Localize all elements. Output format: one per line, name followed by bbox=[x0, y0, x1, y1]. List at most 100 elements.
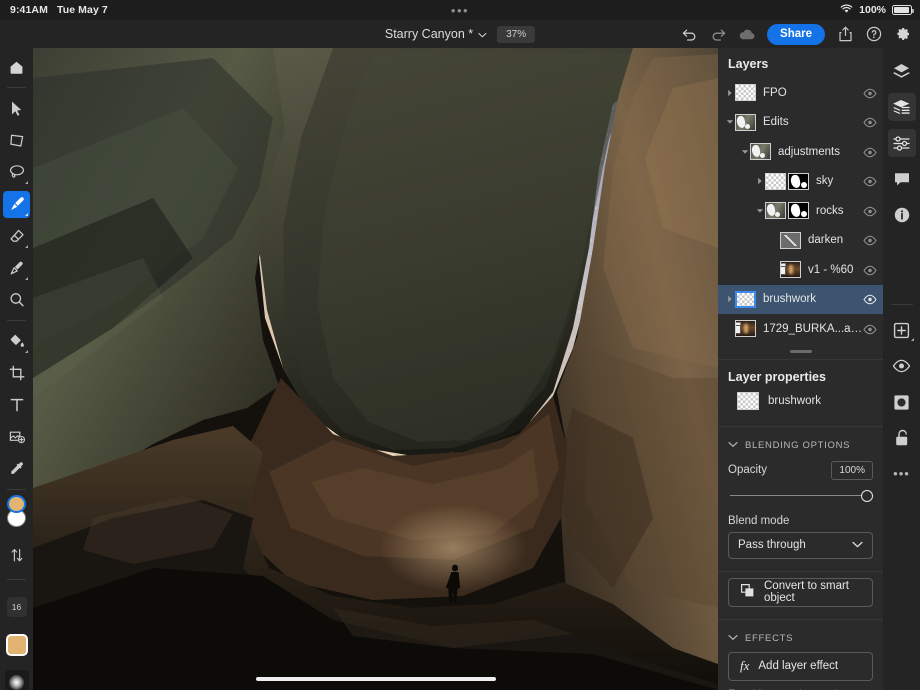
layer-thumbnail bbox=[750, 143, 771, 160]
layer-row[interactable]: rocks bbox=[718, 196, 883, 226]
adjustments-icon[interactable] bbox=[888, 129, 916, 157]
home-indicator[interactable] bbox=[256, 677, 496, 681]
layers-list[interactable]: FPOEdits adjustments sky rocks darken v1 - %6… bbox=[718, 78, 883, 344]
opacity-slider-knob[interactable] bbox=[861, 490, 873, 502]
info-icon[interactable] bbox=[888, 201, 916, 229]
layer-name: darken bbox=[808, 234, 863, 246]
brush-icon[interactable] bbox=[3, 191, 30, 218]
mask-icon[interactable] bbox=[888, 388, 916, 416]
layer-row[interactable]: sky bbox=[718, 167, 883, 197]
soft-round-brush-icon[interactable] bbox=[3, 669, 30, 690]
foreground-color-swatch[interactable] bbox=[7, 495, 26, 513]
eye-icon[interactable] bbox=[863, 86, 877, 100]
layer-disclosure-caret[interactable] bbox=[724, 295, 735, 303]
layer-name: sky bbox=[816, 175, 863, 187]
layer-row[interactable]: Edits bbox=[718, 108, 883, 138]
layer-row[interactable]: adjustments bbox=[718, 137, 883, 167]
opacity-slider-track bbox=[730, 495, 871, 497]
status-bar-right: 100% bbox=[840, 4, 912, 17]
effects-header[interactable]: EFFECTS bbox=[718, 626, 883, 650]
more-options-icon[interactable]: ••• bbox=[888, 460, 916, 488]
layer-properties-layer: brushwork bbox=[718, 390, 883, 420]
document-title-button[interactable]: Starry Canyon * bbox=[385, 27, 487, 41]
layer-thumbnail bbox=[735, 291, 756, 308]
layer-row[interactable]: v1 - %60 bbox=[718, 255, 883, 285]
convert-to-smart-object-label: Convert to smart object bbox=[764, 580, 861, 604]
eye-icon[interactable] bbox=[863, 322, 877, 336]
chevron-down-icon bbox=[478, 27, 487, 41]
layer-disclosure-caret[interactable] bbox=[724, 89, 735, 97]
unlock-icon[interactable] bbox=[888, 424, 916, 452]
swap-arrows-icon[interactable] bbox=[3, 541, 30, 568]
eye-icon[interactable] bbox=[863, 145, 877, 159]
toolbar-divider bbox=[7, 320, 26, 321]
redo-icon[interactable] bbox=[709, 25, 727, 43]
eye-icon[interactable] bbox=[863, 174, 877, 188]
eye-icon[interactable] bbox=[863, 115, 877, 129]
status-bar-left: 9:41AM Tue May 7 bbox=[10, 4, 108, 16]
add-layer-icon[interactable] bbox=[888, 316, 916, 344]
eye-icon[interactable] bbox=[863, 233, 877, 247]
undo-icon[interactable] bbox=[680, 25, 698, 43]
effects-hint: Try adding a stroke or a drop shadow. bbox=[718, 681, 883, 690]
color-swatches[interactable] bbox=[3, 495, 30, 527]
blend-mode-select[interactable]: Pass through bbox=[728, 532, 873, 559]
transform-icon[interactable] bbox=[3, 127, 30, 154]
layers-stack-icon[interactable] bbox=[888, 57, 916, 85]
gear-icon[interactable] bbox=[894, 25, 912, 43]
zoom-level-chip[interactable]: 37% bbox=[497, 26, 535, 43]
home-icon[interactable] bbox=[3, 54, 30, 81]
layer-name: adjustments bbox=[778, 146, 863, 158]
smudge-icon[interactable] bbox=[3, 255, 30, 282]
convert-to-smart-object-button[interactable]: Convert to smart object bbox=[728, 578, 873, 607]
layer-row[interactable]: darken bbox=[718, 226, 883, 256]
magnify-icon[interactable] bbox=[3, 287, 30, 314]
panel-resize-grabber[interactable] bbox=[790, 350, 812, 353]
layer-thumbnail bbox=[735, 84, 756, 101]
layer-disclosure-caret[interactable] bbox=[724, 119, 735, 125]
top-toolbar: Starry Canyon * 37% Share bbox=[0, 20, 920, 48]
eye-icon[interactable] bbox=[863, 204, 877, 218]
flyout-corner-icon bbox=[25, 350, 28, 353]
select-arrow-icon[interactable] bbox=[3, 95, 30, 122]
lasso-icon[interactable] bbox=[3, 159, 30, 186]
brush-color-swatch[interactable] bbox=[3, 631, 30, 658]
panel-divider bbox=[718, 359, 883, 360]
layer-disclosure-caret[interactable] bbox=[754, 177, 765, 185]
visibility-eye-icon[interactable] bbox=[888, 352, 916, 380]
paint-bucket-icon[interactable] bbox=[3, 328, 30, 355]
help-circle-icon[interactable] bbox=[865, 25, 883, 43]
layer-row[interactable]: brushwork bbox=[718, 285, 883, 315]
crop-icon[interactable] bbox=[3, 360, 30, 387]
layer-name: rocks bbox=[816, 205, 863, 217]
brush-size-chip[interactable]: 16 bbox=[3, 594, 30, 621]
comment-icon[interactable] bbox=[888, 165, 916, 193]
export-share-icon[interactable] bbox=[836, 25, 854, 43]
flyout-corner-icon bbox=[25, 181, 28, 184]
layer-row[interactable]: 1729_BURKA...anced-NR33 bbox=[718, 314, 883, 344]
effects-label: EFFECTS bbox=[745, 633, 793, 644]
add-layer-effect-button[interactable]: fx Add layer effect bbox=[728, 652, 873, 681]
layers-panel-title: Layers bbox=[718, 48, 883, 78]
eraser-icon[interactable] bbox=[3, 223, 30, 250]
text-icon[interactable] bbox=[3, 392, 30, 419]
layer-thumbnail bbox=[735, 320, 756, 337]
layer-disclosure-caret[interactable] bbox=[739, 149, 750, 155]
status-date: Tue May 7 bbox=[57, 4, 108, 16]
flyout-corner-icon bbox=[25, 277, 28, 280]
canvas-area[interactable] bbox=[33, 48, 718, 690]
layer-list-icon[interactable] bbox=[888, 93, 916, 121]
eyedropper-icon[interactable] bbox=[3, 456, 30, 483]
place-image-icon[interactable] bbox=[3, 424, 30, 451]
cloud-sync-icon[interactable] bbox=[738, 25, 756, 43]
opacity-slider[interactable] bbox=[730, 490, 871, 502]
layer-disclosure-caret[interactable] bbox=[754, 208, 765, 214]
window-handle-icon[interactable]: ••• bbox=[451, 6, 469, 15]
panel-divider bbox=[718, 571, 883, 572]
eye-icon[interactable] bbox=[863, 263, 877, 277]
share-button[interactable]: Share bbox=[767, 24, 825, 45]
eye-icon[interactable] bbox=[863, 292, 877, 306]
layer-row[interactable]: FPO bbox=[718, 78, 883, 108]
blending-options-header[interactable]: BLENDING OPTIONS bbox=[718, 433, 883, 457]
opacity-value-field[interactable]: 100% bbox=[831, 461, 873, 480]
